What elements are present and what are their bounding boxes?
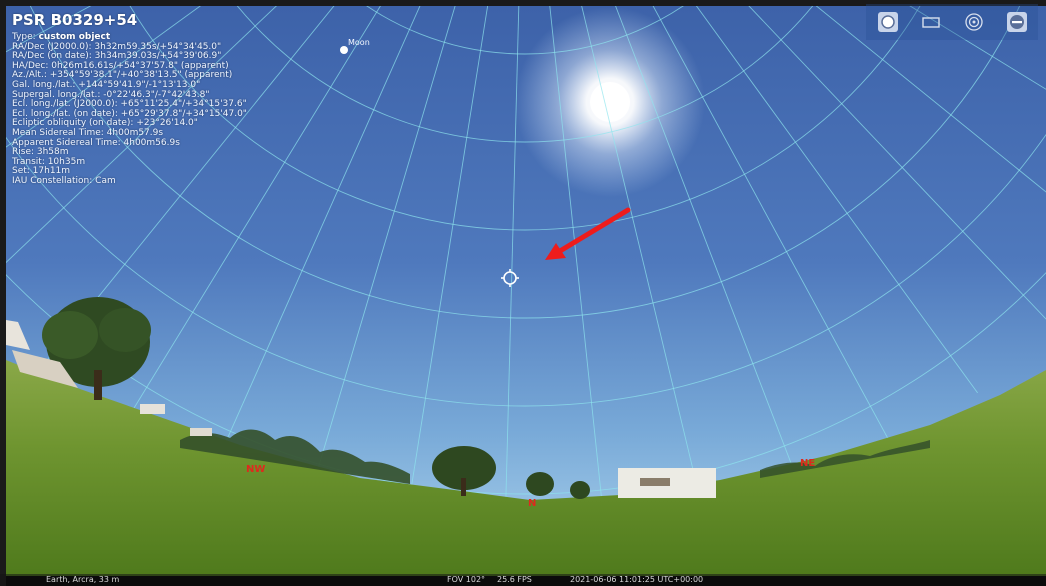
object-name: PSR B0329+54	[12, 11, 138, 29]
exit-icon	[1006, 12, 1027, 32]
status-location: Earth, Arcra, 33 m	[46, 575, 120, 584]
cardinal-nw-label: NW	[246, 464, 266, 475]
status-bar: Earth, Arcra, 33 m FOV 102° 25.6 FPS 202…	[0, 574, 1046, 586]
moon-icon[interactable]	[340, 46, 348, 54]
object-info-panel: PSR B0329+54 Type: custom object RA/Dec …	[12, 10, 247, 187]
object-type-value: custom object	[38, 32, 111, 42]
stellarium-window: PSR B0329+54 Type: custom object RA/Dec …	[0, 0, 1046, 586]
sun-icon[interactable]	[590, 82, 630, 122]
circle-icon	[877, 12, 898, 32]
rectangle-button[interactable]	[917, 8, 945, 36]
status-fps: 25.6 FPS	[497, 575, 532, 584]
circle-button[interactable]	[874, 8, 902, 36]
object-info-lines: Type: custom object RA/Dec (J2000.0): 3h…	[12, 32, 247, 187]
status-fov: FOV 102°	[447, 575, 486, 584]
target-icon	[964, 13, 983, 31]
object-type-label: Type:	[12, 32, 36, 42]
cardinal-n-label: N	[528, 498, 537, 509]
moon-label: Moon	[348, 38, 370, 47]
exit-button[interactable]	[1003, 8, 1031, 36]
top-right-toolbar	[866, 4, 1038, 40]
status-datetime: 2021-06-06 11:01:25 UTC+00:00	[570, 575, 704, 584]
rectangle-icon	[921, 17, 940, 28]
object-info-line: IAU Constellation: Cam	[12, 175, 116, 186]
target-button[interactable]	[960, 8, 988, 36]
cardinal-ne-label: NE	[800, 458, 816, 469]
window-left-border	[0, 0, 6, 586]
